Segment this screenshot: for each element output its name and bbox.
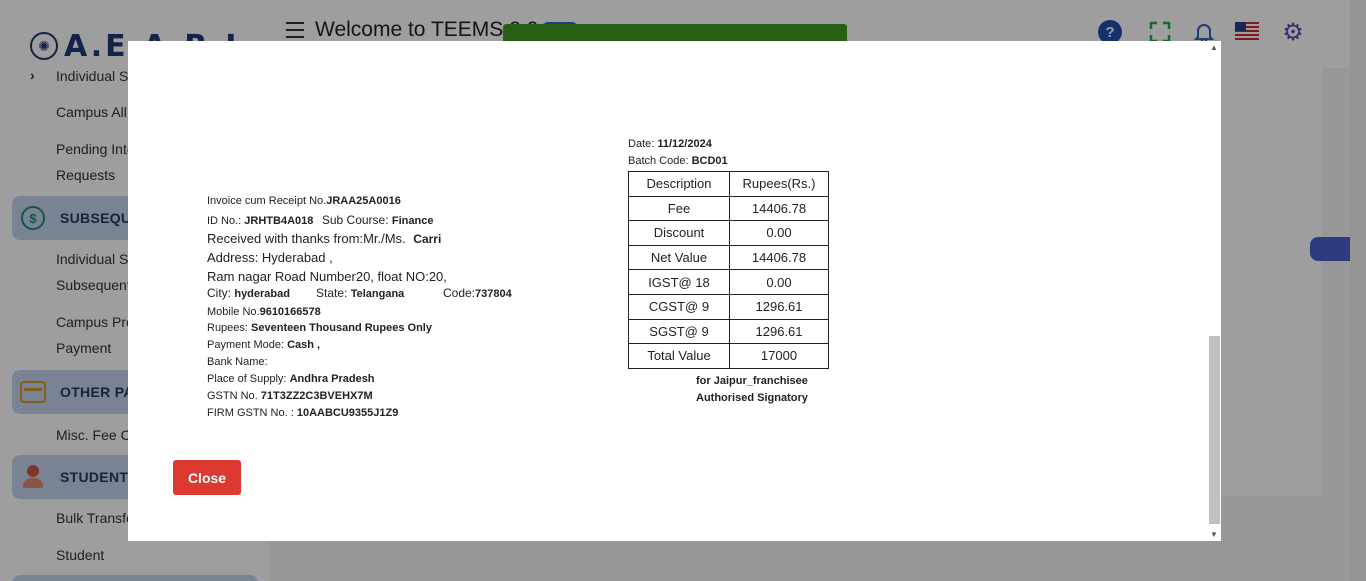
payment-mode: Cash , (287, 339, 321, 351)
receipt-number: JRAA25A0016 (326, 195, 401, 207)
city-state-code-line: City: hyderabad State: Telangana Code:73… (207, 286, 512, 300)
id-line: ID No.: JRHTB4A018 Sub Course: Finance (207, 213, 434, 227)
table-row: IGST@ 18 0.00 (628, 269, 829, 295)
signatory-block: for Jaipur_franchisee Authorised Signato… (628, 373, 829, 407)
row-label: Fee (628, 195, 730, 222)
row-amount: 1296.61 (729, 318, 829, 345)
receipt-summary: Date: 11/12/2024 Batch Code: BCD01 Descr… (628, 136, 829, 407)
signatory-title: Authorised Signatory (696, 391, 808, 404)
close-button[interactable]: Close (173, 460, 241, 495)
receipt-modal: Invoice cum Receipt No.JRAA25A0016 ID No… (128, 41, 1221, 541)
column-header: Description (628, 171, 730, 197)
batch-code-line: Batch Code: BCD01 (628, 155, 728, 167)
row-label: CGST@ 9 (628, 293, 730, 320)
row-label: Net Value (628, 244, 730, 271)
address-line-1: Address: Hyderabad , (207, 250, 333, 265)
postal-code: 737804 (475, 288, 512, 300)
modal-scrollbar[interactable]: ▲ ▼ (1207, 41, 1221, 541)
row-amount: 17000 (729, 343, 829, 369)
table-row: Discount 0.00 (628, 220, 829, 246)
place-of-supply-line: Place of Supply: Andhra Pradesh (207, 373, 375, 385)
rupees-words-line: Rupees: Seventeen Thousand Rupees Only (207, 322, 432, 334)
gstn-line: GSTN No. 71T3ZZ2C3BVEHX7M (207, 390, 373, 402)
table-row: Net Value 14406.78 (628, 244, 829, 271)
row-amount: 0.00 (729, 220, 829, 246)
bank-name-line: Bank Name: (207, 356, 268, 368)
receipt-number-line: Invoice cum Receipt No.JRAA25A0016 (207, 195, 401, 207)
gstn-number: 71T3ZZ2C3BVEHX7M (260, 390, 373, 402)
receipt-details: Invoice cum Receipt No.JRAA25A0016 ID No… (207, 193, 567, 422)
place-of-supply: Andhra Pradesh (289, 373, 375, 385)
table-row: Fee 14406.78 (628, 195, 829, 222)
row-label: SGST@ 9 (628, 318, 730, 345)
id-number: JRHTB4A018 (244, 215, 314, 227)
signatory-for: for Jaipur_franchisee (696, 374, 808, 387)
state: Telangana (350, 288, 405, 300)
scroll-down-arrow-icon[interactable]: ▼ (1210, 530, 1218, 539)
firm-gstn-line: FIRM GSTN No. : 10AABCU9355J1Z9 (207, 407, 399, 419)
received-name: Carri (413, 232, 442, 246)
row-label: Total Value (628, 343, 730, 369)
row-amount: 0.00 (729, 269, 829, 295)
address-line-2: Ram nagar Road Number20, float NO:20, (207, 269, 447, 284)
table-row: CGST@ 9 1296.61 (628, 293, 829, 320)
row-amount: 14406.78 (729, 244, 829, 271)
payment-mode-line: Payment Mode: Cash , (207, 339, 321, 351)
scroll-up-arrow-icon[interactable]: ▲ (1210, 43, 1218, 52)
city: hyderabad (234, 288, 290, 300)
date-line: Date: 11/12/2024 (628, 138, 712, 150)
table-row: SGST@ 9 1296.61 (628, 318, 829, 345)
table-row: Total Value 17000 (628, 343, 829, 369)
firm-gstn-number: 10AABCU9355J1Z9 (296, 407, 399, 419)
row-label: IGST@ 18 (628, 269, 730, 295)
row-amount: 1296.61 (729, 293, 829, 320)
fee-table: Description Rupees(Rs.) Fee 14406.78 Disc… (628, 171, 829, 369)
row-label: Discount (628, 220, 730, 246)
table-header-row: Description Rupees(Rs.) (628, 171, 829, 197)
mobile-line: Mobile No.9610166578 (207, 306, 321, 318)
received-from-line: Received with thanks from:Mr./Ms. Carri (207, 231, 442, 246)
scrollbar-thumb[interactable] (1209, 336, 1220, 524)
batch-code: BCD01 (691, 155, 728, 167)
sub-course: Finance (391, 215, 434, 227)
column-header: Rupees(Rs.) (729, 171, 829, 197)
amount-in-words: Seventeen Thousand Rupees Only (251, 322, 432, 334)
mobile-number: 9610166578 (259, 306, 321, 318)
receipt-date: 11/12/2024 (657, 138, 712, 150)
row-amount: 14406.78 (729, 195, 829, 222)
